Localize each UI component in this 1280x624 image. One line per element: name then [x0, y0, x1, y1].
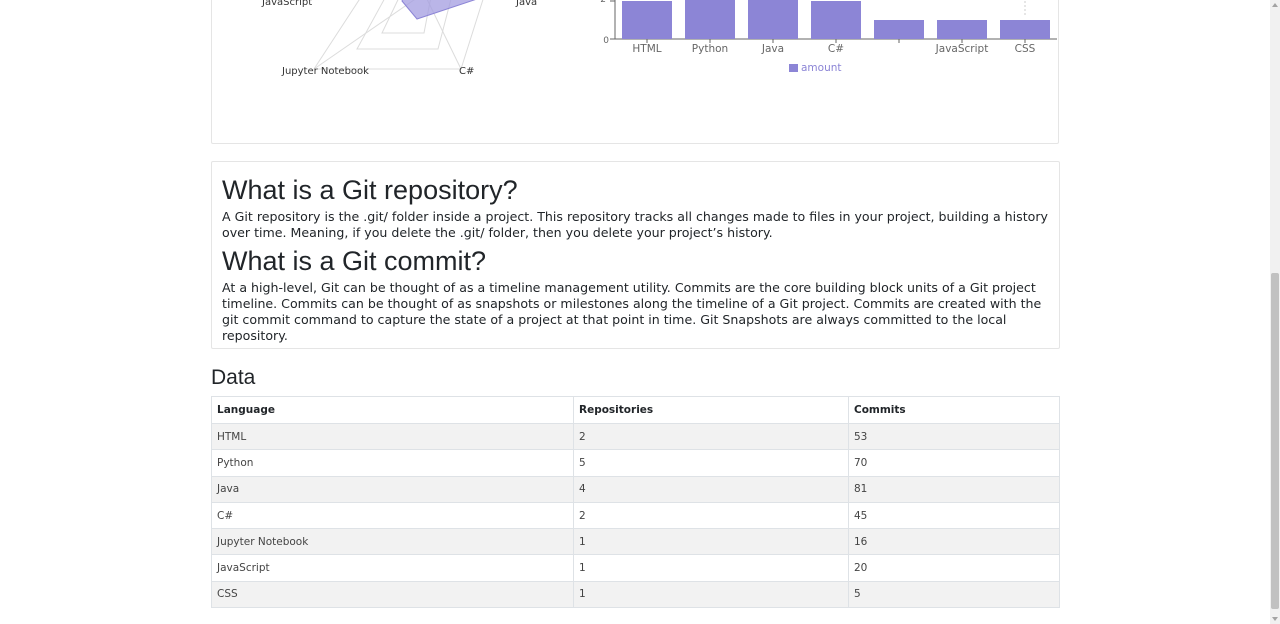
bar-x-label: JavaScript: [935, 43, 989, 55]
bar-x-label: HTML: [632, 43, 661, 55]
radar-label-jupyter: Jupyter Notebook: [281, 66, 369, 77]
radar-area-amount: [401, 0, 476, 20]
data-heading: Data: [211, 366, 256, 389]
cell-language: HTML: [211, 422, 574, 451]
column-header-commits: Commits: [848, 396, 1060, 424]
cell-commits: 5: [848, 580, 1060, 609]
bar-jupyter-notebook[interactable]: [874, 20, 924, 39]
charts-canvas: JavaScript Java Jupyter Notebook C# 2 0 …: [261, 0, 1057, 77]
column-header-repositories: Repositories: [573, 396, 849, 424]
bar-css[interactable]: [1000, 20, 1050, 39]
radar-spoke-jupyter: [313, 0, 415, 70]
cell-repositories: 2: [573, 501, 849, 530]
cell-repositories: 4: [573, 475, 849, 503]
cell-repositories: 1: [573, 554, 849, 582]
bar-x-label: CSS: [1015, 43, 1036, 55]
cell-commits: 45: [848, 501, 1060, 530]
table-row: Python 5 70: [211, 449, 1060, 477]
table-row: Jupyter Notebook 1 16: [211, 528, 1060, 556]
cell-commits: 16: [848, 528, 1060, 556]
bar-javascript[interactable]: [937, 20, 987, 39]
bar-y-label-2: 2: [600, 0, 606, 5]
cell-repositories: 1: [573, 580, 849, 609]
radar-label-java: Java: [515, 0, 537, 8]
scroll-up-arrow-icon[interactable]: [1272, 3, 1278, 7]
bar-x-label: Java: [761, 43, 784, 55]
cell-repositories: 5: [573, 449, 849, 477]
cell-language: JavaScript: [211, 554, 574, 582]
bar-y-label-0: 0: [603, 36, 609, 46]
bar-x-label: Python: [692, 43, 728, 55]
cell-commits: 20: [848, 554, 1060, 582]
data-table: Language Repositories Commits HTML 2 53 Pyt…: [211, 396, 1060, 609]
cell-language: Python: [211, 449, 574, 477]
column-header-language: Language: [211, 396, 574, 424]
cell-commits: 53: [848, 422, 1060, 451]
bar-c-[interactable]: [811, 1, 861, 39]
bar-x-label: C#: [828, 43, 844, 55]
legend-swatch-amount: [789, 64, 798, 72]
table-row: C# 2 45: [211, 501, 1060, 530]
radar-label-javascript: JavaScript: [261, 0, 312, 8]
commit-heading: What is a Git commit?: [222, 246, 487, 276]
bar-html[interactable]: [622, 1, 672, 39]
cell-commits: 81: [848, 475, 1060, 503]
charts-card: JavaScript Java Jupyter Notebook C# 2 0 …: [211, 0, 1059, 144]
bar-chart: 2 0 HTML Python Java C# JavaScript CSS amount: [600, 0, 1057, 74]
table-row: JavaScript 1 20: [211, 554, 1060, 582]
cell-language: C#: [211, 501, 574, 530]
cell-language: Java: [211, 475, 574, 503]
radar-grid-outer: [313, 0, 484, 70]
radar-chart: JavaScript Java Jupyter Notebook C#: [261, 0, 537, 77]
vertical-scrollbar[interactable]: [1270, 0, 1280, 624]
cell-commits: 70: [848, 449, 1060, 477]
repository-heading: What is a Git repository?: [222, 175, 518, 205]
info-card: What is a Git repository? A Git reposito…: [211, 161, 1060, 349]
page-viewport: JavaScript Java Jupyter Notebook C# 2 0 …: [0, 0, 1270, 624]
cell-repositories: 2: [573, 422, 849, 451]
cell-language: CSS: [211, 580, 574, 609]
legend-label-amount: amount: [801, 62, 842, 74]
table-row: CSS 1 5: [211, 580, 1060, 609]
table-header-row: Language Repositories Commits: [211, 396, 1060, 424]
table-row: Java 4 81: [211, 475, 1060, 503]
radar-label-csharp: C#: [459, 66, 474, 77]
cell-repositories: 1: [573, 528, 849, 556]
table-row: HTML 2 53: [211, 422, 1060, 451]
scrollbar-thumb[interactable]: [1271, 273, 1279, 609]
commit-description: At a high-level, Git can be thought of a…: [222, 280, 1042, 343]
bar-python[interactable]: [685, 0, 735, 39]
bar-java[interactable]: [748, 0, 798, 39]
scroll-down-arrow-icon[interactable]: [1272, 617, 1278, 621]
repository-description: A Git repository is the .git/ folder ins…: [222, 209, 1048, 240]
cell-language: Jupyter Notebook: [211, 528, 574, 556]
